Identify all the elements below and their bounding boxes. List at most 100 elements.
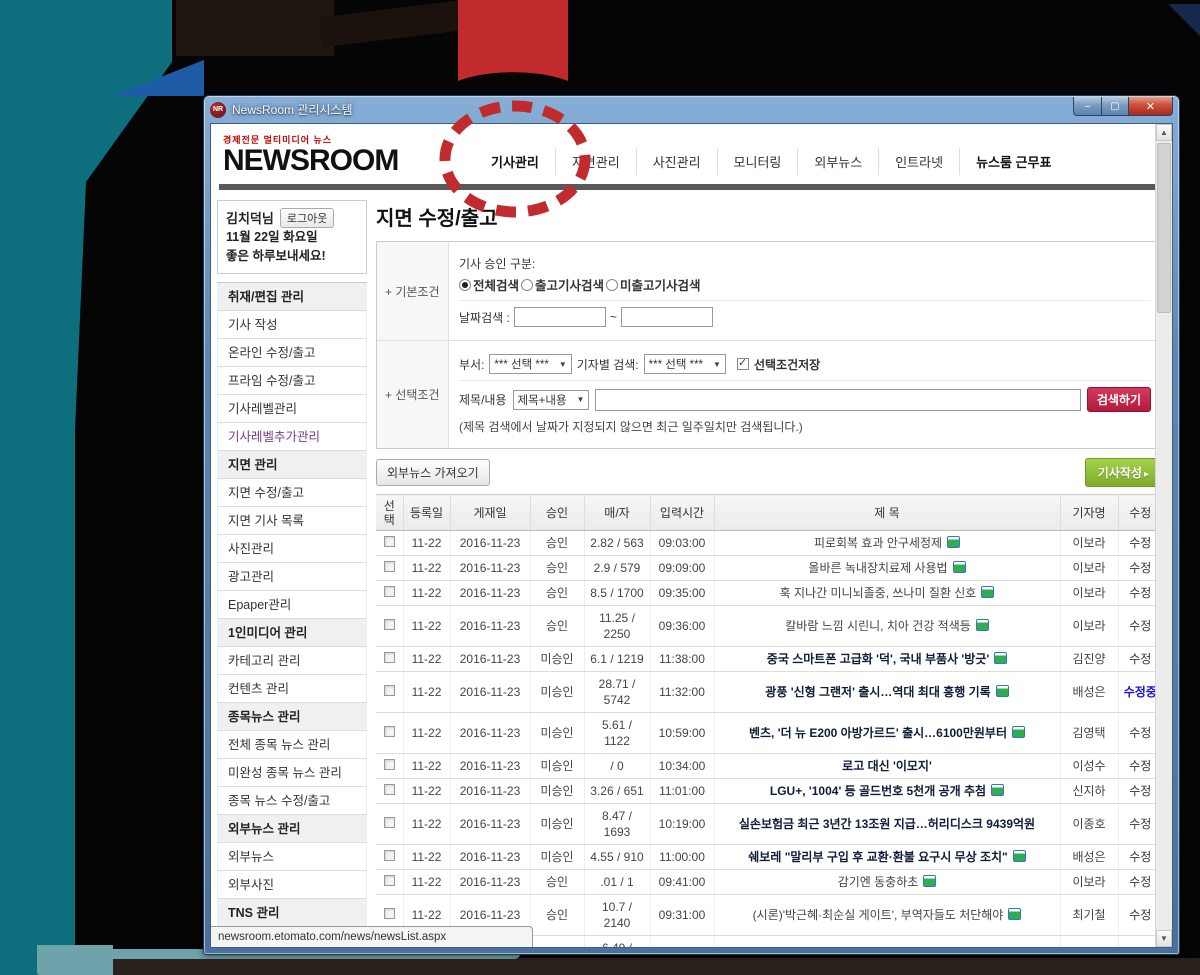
row-checkbox[interactable]: [383, 908, 395, 919]
article-title-link[interactable]: 칼바람 느낌 시린니, 치아 건강 적색등: [785, 619, 971, 633]
column-header-4: 승인: [530, 494, 585, 531]
article-title-link[interactable]: 감기엔 동충하초: [838, 875, 919, 889]
row-checkbox[interactable]: [383, 817, 395, 828]
ratio-cell: 10.7 / 2140: [584, 894, 651, 936]
row-checkbox[interactable]: [383, 652, 395, 663]
approval-radio-3[interactable]: [606, 278, 619, 291]
logout-button[interactable]: 로그아웃: [279, 208, 335, 228]
row-checkbox[interactable]: [383, 759, 395, 770]
sidebar-item-11[interactable]: 광고관리: [217, 563, 367, 591]
title-mode-select[interactable]: 제목+내용 ▼: [512, 389, 590, 410]
sidebar: 김치덕님 로그아웃 11월 22일 화요일 좋은 하루보내세요! 취재/편집 관…: [217, 200, 367, 947]
maximize-button[interactable]: ▢: [1102, 97, 1129, 116]
sidebar-item-12[interactable]: Epaper관리: [217, 591, 367, 619]
edit-link[interactable]: 수정: [1129, 619, 1151, 633]
sidebar-item-10[interactable]: 사진관리: [217, 535, 367, 563]
write-article-button[interactable]: 기사작성 ▸: [1084, 458, 1162, 487]
edit-link[interactable]: 수정: [1129, 652, 1151, 666]
article-title-link[interactable]: 벤츠, '더 뉴 E200 아방가르드' 출시…6100만원부터: [749, 726, 1007, 740]
sidebar-item-22[interactable]: 외부사진: [217, 871, 367, 899]
date-separator: ~: [609, 310, 617, 324]
edit-link[interactable]: 수정: [1129, 850, 1151, 864]
edit-link[interactable]: 수정: [1129, 759, 1151, 773]
article-title-link[interactable]: 훅 지나간 미니뇌졸중, 쓰나미 질환 신호: [780, 586, 977, 600]
scrollbar-thumb[interactable]: [1157, 143, 1171, 313]
row-checkbox[interactable]: [383, 536, 395, 547]
article-title-link[interactable]: LGU+, '1004' 등 골드번호 5천개 공개 추첨: [770, 784, 986, 798]
row-checkbox[interactable]: [383, 685, 395, 696]
edit-link[interactable]: 수정: [1129, 536, 1151, 550]
sidebar-item-19[interactable]: 종목 뉴스 수정/출고: [217, 787, 367, 815]
approval-radio-2[interactable]: [521, 278, 534, 291]
window-content: 경제전문 멀티미디어 뉴스 NEWSROOM 기사관리 지면관리 사진관리 모니터링 외…: [210, 123, 1173, 948]
article-title-link[interactable]: 광풍 '신형 그랜저' 출시…역대 최대 흥행 기록: [765, 685, 990, 699]
nav-tab-6[interactable]: 인트라넷: [878, 148, 959, 175]
date-from-input[interactable]: [513, 307, 606, 327]
sidebar-item-4[interactable]: 프라임 수정/출고: [217, 367, 367, 395]
save-condition-checkbox[interactable]: [736, 356, 749, 370]
edit-link[interactable]: 수정: [1129, 908, 1151, 922]
row-checkbox[interactable]: [383, 586, 395, 597]
edit-link[interactable]: 수정: [1129, 817, 1151, 831]
title-cell: (시론)'박근혜·최순실 게이트', 부역자들도 처단해야: [714, 894, 1061, 936]
nav-tab-3[interactable]: 사진관리: [635, 148, 717, 175]
sidebar-item-17[interactable]: 전체 종목 뉴스 관리: [217, 731, 367, 759]
row-checkbox[interactable]: [383, 784, 395, 795]
edit-link[interactable]: 수정: [1129, 726, 1151, 740]
table-row: 11-22 2016-11-23 미승인 8.47 / 1693 10:19:00 실손보…: [376, 803, 1162, 845]
article-title-link[interactable]: 쉐보레 "말리부 구입 후 교환·환불 요구시 무상 조치": [748, 850, 1008, 864]
article-title-link[interactable]: (시론)'박근혜·최순실 게이트', 부역자들도 처단해야: [753, 908, 1004, 922]
import-external-news-button[interactable]: 외부뉴스 가져오기: [376, 459, 490, 486]
sidebar-item-14[interactable]: 카테고리 관리: [217, 647, 367, 675]
select-cell: [376, 803, 404, 845]
row-checkbox[interactable]: [383, 726, 395, 737]
article-title-link[interactable]: 피로회복 효과 안구세정제: [814, 536, 942, 550]
article-title-link[interactable]: 실손보험금 최근 3년간 13조원 지급…허리디스크 9439억원: [739, 817, 1035, 831]
article-title-link[interactable]: 올바른 녹내장치료제 사용법: [808, 561, 947, 575]
row-checkbox[interactable]: [383, 850, 395, 861]
close-button[interactable]: ✕: [1129, 97, 1173, 116]
sidebar-item-15[interactable]: 컨텐츠 관리: [217, 675, 367, 703]
row-checkbox[interactable]: [383, 561, 395, 572]
nav-tab-5[interactable]: 외부뉴스: [797, 148, 878, 175]
row-checkbox[interactable]: [383, 875, 395, 886]
ratio-cell: 8.47 / 1693: [584, 803, 651, 845]
sidebar-item-2[interactable]: 기사 작성: [217, 311, 367, 339]
approval-radio-label-1: 전체검색: [473, 279, 520, 293]
dept-select[interactable]: *** 선택 *** ▼: [489, 354, 572, 374]
approval-cell: 미승인: [530, 803, 585, 845]
title-bar[interactable]: NR NewsRoom 관리시스템 – ▢ ✕: [204, 96, 1179, 123]
edit-link[interactable]: 수정: [1129, 875, 1151, 889]
scroll-up-icon[interactable]: ▲: [1156, 124, 1172, 141]
sidebar-item-21[interactable]: 외부뉴스: [217, 843, 367, 871]
column-header-3: 게재일: [450, 494, 531, 531]
row-checkbox[interactable]: [383, 619, 395, 630]
sidebar-item-3[interactable]: 온라인 수정/출고: [217, 339, 367, 367]
nav-tab-1[interactable]: 기사관리: [475, 148, 555, 175]
article-title-link[interactable]: 로고 대신 '이모지': [842, 759, 932, 773]
nav-tab-4[interactable]: 모니터링: [716, 148, 798, 175]
sidebar-item-9[interactable]: 지면 기사 목록: [217, 507, 367, 535]
edit-link[interactable]: 수정: [1129, 586, 1151, 600]
scroll-down-icon[interactable]: ▼: [1156, 930, 1172, 947]
sidebar-item-5[interactable]: 기사레벨관리: [217, 395, 367, 423]
edit-link[interactable]: 수정: [1129, 784, 1151, 798]
sidebar-item-18[interactable]: 미완성 종목 뉴스 관리: [217, 759, 367, 787]
date-to-input[interactable]: [620, 307, 713, 327]
sidebar-item-8[interactable]: 지면 수정/출고: [217, 479, 367, 507]
select-cell: [376, 646, 404, 672]
nav-tab-2[interactable]: 지면관리: [554, 148, 636, 175]
sidebar-item-6[interactable]: 기사레벨추가관리: [217, 423, 367, 451]
reporter-select[interactable]: *** 선택 *** ▼: [643, 354, 726, 374]
keyword-input[interactable]: [595, 388, 1081, 411]
photo-attachment-icon: [995, 685, 1009, 697]
approval-radio-1[interactable]: [459, 278, 471, 291]
edit-link[interactable]: 수정: [1129, 561, 1151, 575]
search-button[interactable]: 검색하기: [1086, 387, 1151, 412]
minimize-button[interactable]: –: [1073, 97, 1102, 116]
article-title-link[interactable]: 중국 스마트폰 고급화 '덕', 국내 부품사 '방긋': [767, 652, 989, 666]
edit-link[interactable]: 수정중: [1124, 685, 1157, 699]
nav-tab-7[interactable]: 뉴스룸 근무표: [959, 148, 1067, 175]
chevron-down-icon: ▼: [713, 359, 721, 369]
vertical-scrollbar[interactable]: ▲ ▼: [1155, 124, 1172, 947]
